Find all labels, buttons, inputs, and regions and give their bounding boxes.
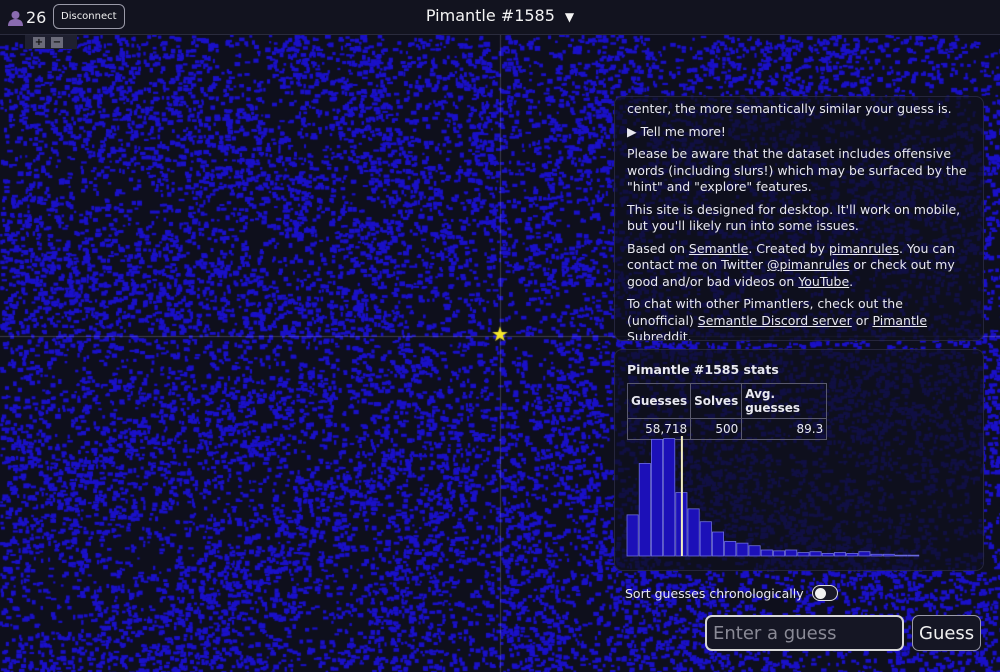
mobile-notice-text: This site is designed for desktop. It'll…	[627, 201, 961, 234]
stats-title: Pimantle #1585 stats	[627, 362, 779, 377]
content-warning-text: Please be aware that the dataset include…	[627, 146, 967, 194]
histogram-bar	[663, 438, 676, 557]
zoom-out-button[interactable]: −	[51, 36, 63, 48]
histogram-bar	[760, 549, 773, 557]
histogram-bar	[882, 553, 895, 557]
semantle-link[interactable]: Semantle	[689, 241, 748, 256]
stats-table: Guesses Solves Avg. guesses 58,718 500 8…	[626, 383, 828, 440]
twitter-link[interactable]: @pimanrules	[767, 257, 849, 272]
guess-button[interactable]: Guess	[912, 615, 981, 651]
page-title: Pimantle #1585	[425, 6, 555, 25]
youtube-link[interactable]: YouTube	[798, 274, 849, 289]
stats-panel: Pimantle #1585 stats Guesses Solves Avg.…	[614, 349, 984, 571]
top-bar: 26 Disconnect Pimantle #1585 ▼	[0, 0, 1000, 35]
header-guesses: Guesses	[626, 383, 692, 419]
sort-label: Sort guesses chronologically	[625, 585, 804, 601]
zoom-in-button[interactable]: +	[33, 36, 45, 48]
about-intro-text: center, the more semantically similar yo…	[627, 101, 952, 116]
sort-chronological-row: Sort guesses chronologically	[625, 585, 838, 601]
header-solves: Solves	[690, 383, 743, 419]
guess-input[interactable]	[705, 615, 904, 651]
chevron-down-icon: ▼	[564, 10, 575, 24]
tell-me-more-toggle[interactable]: ▶ Tell me more!	[627, 124, 971, 141]
community-text: To chat with other Pimantlers, check out…	[627, 296, 971, 340]
histogram-bar	[650, 439, 663, 557]
discord-link[interactable]: Semantle Discord server	[698, 313, 852, 328]
histogram-bar	[809, 551, 822, 557]
histogram-bar	[748, 545, 761, 557]
about-panel: center, the more semantically similar yo…	[614, 96, 984, 341]
credits-text: Based on Semantle. Created by pimanrules…	[627, 240, 955, 289]
histogram-bar	[638, 463, 651, 557]
histogram-bar	[699, 521, 712, 557]
histogram-bar	[712, 531, 725, 557]
histogram-bar	[894, 554, 907, 557]
histogram-bar	[858, 551, 871, 557]
puzzle-title-dropdown[interactable]: Pimantle #1585 ▼	[0, 6, 1000, 25]
histogram-bar	[724, 541, 737, 557]
histogram-bar	[772, 550, 785, 557]
zoom-controls: + −	[25, 35, 77, 49]
pimanrules-link[interactable]: pimanrules	[829, 241, 899, 256]
histogram-bar	[797, 552, 810, 557]
histogram-bar	[785, 549, 798, 557]
histogram-bar	[833, 552, 846, 557]
toggle-knob	[814, 587, 826, 599]
histogram-bar	[687, 508, 700, 557]
header-avg-guesses: Avg. guesses	[741, 383, 828, 419]
guess-distribution-histogram	[626, 436, 920, 557]
histogram-bar	[870, 553, 883, 557]
histogram-bar	[736, 542, 749, 557]
sort-toggle[interactable]	[811, 585, 838, 601]
histogram-bar	[626, 514, 639, 557]
histogram-bar	[821, 553, 834, 557]
histogram-bar	[907, 554, 920, 557]
histogram-bar	[846, 553, 859, 557]
